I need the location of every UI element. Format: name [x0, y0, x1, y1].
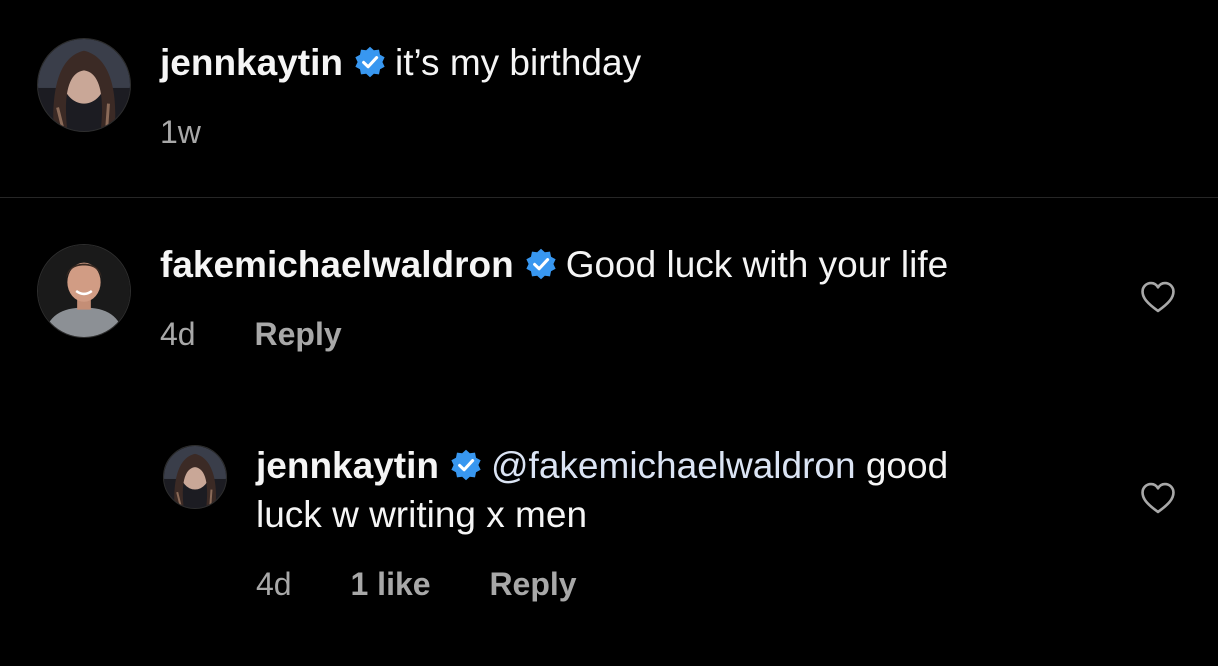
avatar-jennkaytin[interactable] [37, 38, 131, 132]
avatar-jennkaytin[interactable] [163, 445, 227, 509]
mention-link[interactable]: @fakemichaelwaldron [491, 445, 856, 486]
avatar-photo [164, 446, 226, 508]
comment-meta: 4d Reply [160, 314, 342, 354]
post-caption: jennkaytin it’s my birthday 1w [0, 0, 1218, 197]
caption-divider [0, 197, 1218, 198]
reply-text-part-2: luck w writing x men [256, 494, 588, 535]
heart-outline-icon[interactable] [1139, 280, 1177, 314]
avatar-photo [38, 245, 130, 337]
reply-text-part-1: good [856, 445, 949, 486]
heart-outline-icon[interactable] [1139, 481, 1177, 515]
likes-count[interactable]: 1 like [350, 564, 430, 604]
reply-button[interactable]: Reply [254, 314, 341, 354]
reply-text-word: good [865, 445, 949, 486]
verified-badge-icon [449, 448, 483, 482]
caption-meta: 1w [160, 112, 201, 152]
verified-badge-icon [353, 45, 387, 79]
caption-text: it’s my birthday [395, 42, 642, 83]
reply-line-2: luck w writing x men [256, 492, 587, 538]
reply-username[interactable]: jennkaytin [256, 445, 439, 486]
reply-line-1: jennkaytin @fakemichaelwaldron good [256, 443, 948, 489]
avatar-photo [38, 39, 130, 131]
comment-text: Good luck with your life [565, 244, 949, 285]
avatar-fakemichaelwaldron[interactable] [37, 244, 131, 338]
reply-button[interactable]: Reply [489, 564, 576, 604]
comment-username[interactable]: fakemichaelwaldron [160, 244, 514, 285]
verified-badge-icon [524, 247, 558, 281]
comment-line: fakemichaelwaldron Good luck with your li… [160, 242, 948, 288]
comment-timestamp: 4d [160, 316, 196, 352]
caption-line: jennkaytin it’s my birthday [160, 40, 641, 86]
reply-meta: 4d 1 like Reply [256, 564, 577, 604]
caption-username[interactable]: jennkaytin [160, 42, 343, 83]
reply-timestamp: 4d [256, 566, 292, 602]
caption-timestamp: 1w [160, 114, 201, 150]
